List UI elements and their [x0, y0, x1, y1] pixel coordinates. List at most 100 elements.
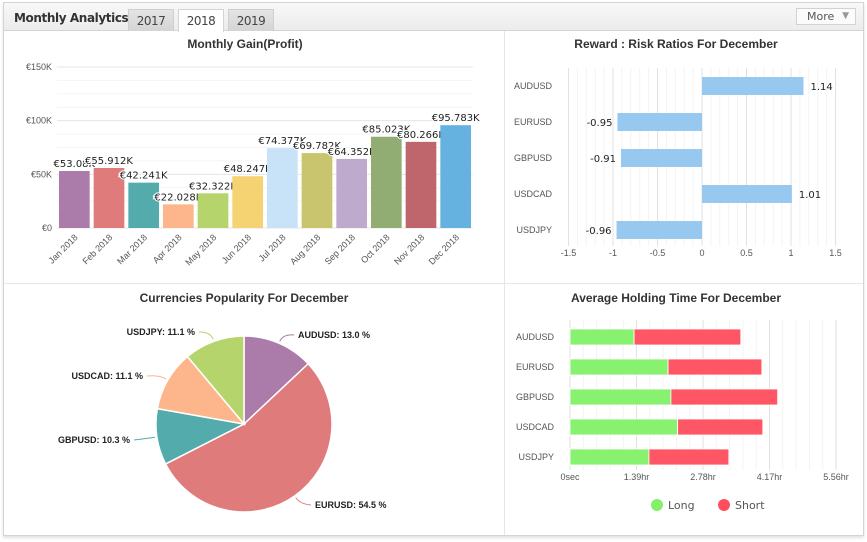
bar[interactable]: [336, 158, 367, 228]
data-label: GBPUSD: 10.3 %: [58, 435, 130, 445]
y-tick-label: EURUSD: [516, 362, 555, 372]
chart-title: Monthly Gain(Profit): [187, 37, 302, 51]
y-tick-label: GBPUSD: [516, 392, 555, 402]
bar[interactable]: [267, 148, 298, 228]
data-label: EURUSD: 54.5 %: [315, 500, 387, 510]
bar[interactable]: [371, 136, 402, 228]
bar[interactable]: [232, 176, 263, 228]
y-tick-label: GBPUSD: [514, 153, 553, 163]
x-tick-label: Apr 2018: [151, 232, 184, 265]
y-tick-label: USDJPY: [518, 452, 554, 462]
x-tick-label: 1: [788, 248, 793, 258]
data-label: €64.352K: [328, 147, 376, 158]
legend-marker[interactable]: [651, 499, 663, 511]
currencies-popularity-chart: Currencies Popularity For December AUDUSD…: [58, 291, 387, 513]
bar-segment[interactable]: [648, 448, 730, 466]
bar-segment[interactable]: [569, 328, 635, 346]
data-label: €95.783K: [432, 113, 480, 124]
bar-segment[interactable]: [569, 358, 669, 376]
leader-line: [146, 375, 167, 380]
bar[interactable]: [702, 185, 792, 203]
y-tick-label: AUDUSD: [514, 81, 553, 91]
leader-line: [279, 334, 295, 342]
bar[interactable]: [301, 153, 333, 228]
bar[interactable]: [59, 171, 90, 228]
bar[interactable]: [163, 204, 194, 228]
leader-line: [133, 436, 156, 441]
x-tick-label: Feb 2018: [80, 232, 114, 266]
y-tick-label: AUDUSD: [516, 332, 555, 342]
leader-line: [198, 331, 214, 340]
y-tick-label: USDJPY: [516, 225, 552, 235]
x-tick-label: Dec 2018: [427, 232, 461, 266]
x-tick-label: -0.5: [650, 248, 666, 258]
data-label: €42.241K: [120, 171, 168, 182]
x-tick-label: Oct 2018: [359, 232, 392, 265]
data-label: 1.14: [810, 82, 832, 93]
x-tick-label: Nov 2018: [392, 232, 426, 266]
bar[interactable]: [440, 125, 471, 228]
legend-marker[interactable]: [718, 499, 730, 511]
holding-time-chart: Average Holding Time For December 0sec 1.3…: [516, 291, 849, 512]
bar-segment[interactable]: [569, 418, 679, 436]
x-tick-label: Mar 2018: [115, 232, 149, 266]
bar-segment[interactable]: [670, 388, 779, 406]
x-tick-label: 0: [699, 248, 704, 258]
data-label: €32.322K: [189, 181, 237, 192]
data-label: €55.912K: [85, 156, 133, 167]
x-tick-label: 0.5: [740, 248, 753, 258]
data-label: €80.266K: [397, 130, 445, 141]
x-tick-label: Sep 2018: [323, 232, 357, 266]
data-label: USDCAD: 11.1 %: [71, 371, 143, 381]
x-tick-label: 2.78hr: [690, 472, 716, 482]
y-tick-label: €50K: [31, 169, 52, 179]
bar[interactable]: [702, 77, 804, 95]
y-tick-label: €0: [42, 223, 52, 233]
x-tick-label: Jun 2018: [220, 232, 253, 265]
x-tick-label: 0sec: [560, 472, 580, 482]
data-label: €22.028K: [154, 192, 202, 203]
bar-segment[interactable]: [677, 418, 764, 436]
bar-segment[interactable]: [667, 358, 763, 376]
y-tick-label: €100K: [26, 116, 52, 126]
x-tick-label: Jan 2018: [46, 232, 79, 265]
bar-segment[interactable]: [633, 328, 742, 346]
x-tick-label: Aug 2018: [288, 232, 322, 266]
data-label: 1.01: [799, 190, 821, 201]
bar[interactable]: [128, 182, 159, 228]
data-label: AUDUSD: 13.0 %: [298, 330, 370, 340]
bar-segment[interactable]: [569, 448, 650, 466]
data-label: -0.91: [590, 154, 616, 165]
bar[interactable]: [621, 149, 702, 167]
data-label: -0.95: [587, 118, 613, 129]
chart-title: Average Holding Time For December: [571, 291, 781, 305]
legend-label[interactable]: Long: [668, 499, 695, 512]
data-label: USDJPY: 11.1 %: [127, 327, 195, 337]
bar[interactable]: [405, 141, 437, 228]
bar-segment[interactable]: [569, 388, 672, 406]
bar[interactable]: [616, 221, 702, 239]
y-tick-label: EURUSD: [514, 117, 553, 127]
y-tick-label: USDCAD: [516, 422, 555, 432]
bar[interactable]: [197, 193, 229, 228]
x-tick-label: -1.5: [561, 248, 577, 258]
x-tick-label: 1.5: [829, 248, 842, 258]
x-tick-label: Jul 2018: [257, 232, 288, 263]
x-tick-label: -1: [609, 248, 617, 258]
charts-canvas: Monthly Gain(Profit)€0€50K€100K€150K€53.…: [26, 37, 849, 513]
data-label: -0.96: [586, 226, 612, 237]
x-tick-label: 4.17hr: [757, 472, 783, 482]
chart-title: Reward : Risk Ratios For December: [574, 37, 778, 51]
monthly-gain-chart: Monthly Gain(Profit)€0€50K€100K€150K€53.…: [26, 37, 481, 267]
leader-line: [295, 497, 312, 506]
x-tick-label: 5.56hr: [823, 472, 849, 482]
x-tick-label: 1.39hr: [624, 472, 650, 482]
chart-title: Currencies Popularity For December: [140, 291, 349, 305]
legend-label[interactable]: Short: [735, 499, 765, 512]
data-label: €48.247K: [224, 164, 272, 175]
reward-risk-chart: Reward : Risk Ratios For December -1.5 -1 -…: [514, 37, 842, 258]
bar[interactable]: [617, 113, 702, 131]
x-tick-label: May 2018: [183, 232, 218, 267]
y-tick-label: USDCAD: [514, 189, 553, 199]
y-tick-label: €150K: [26, 62, 52, 72]
